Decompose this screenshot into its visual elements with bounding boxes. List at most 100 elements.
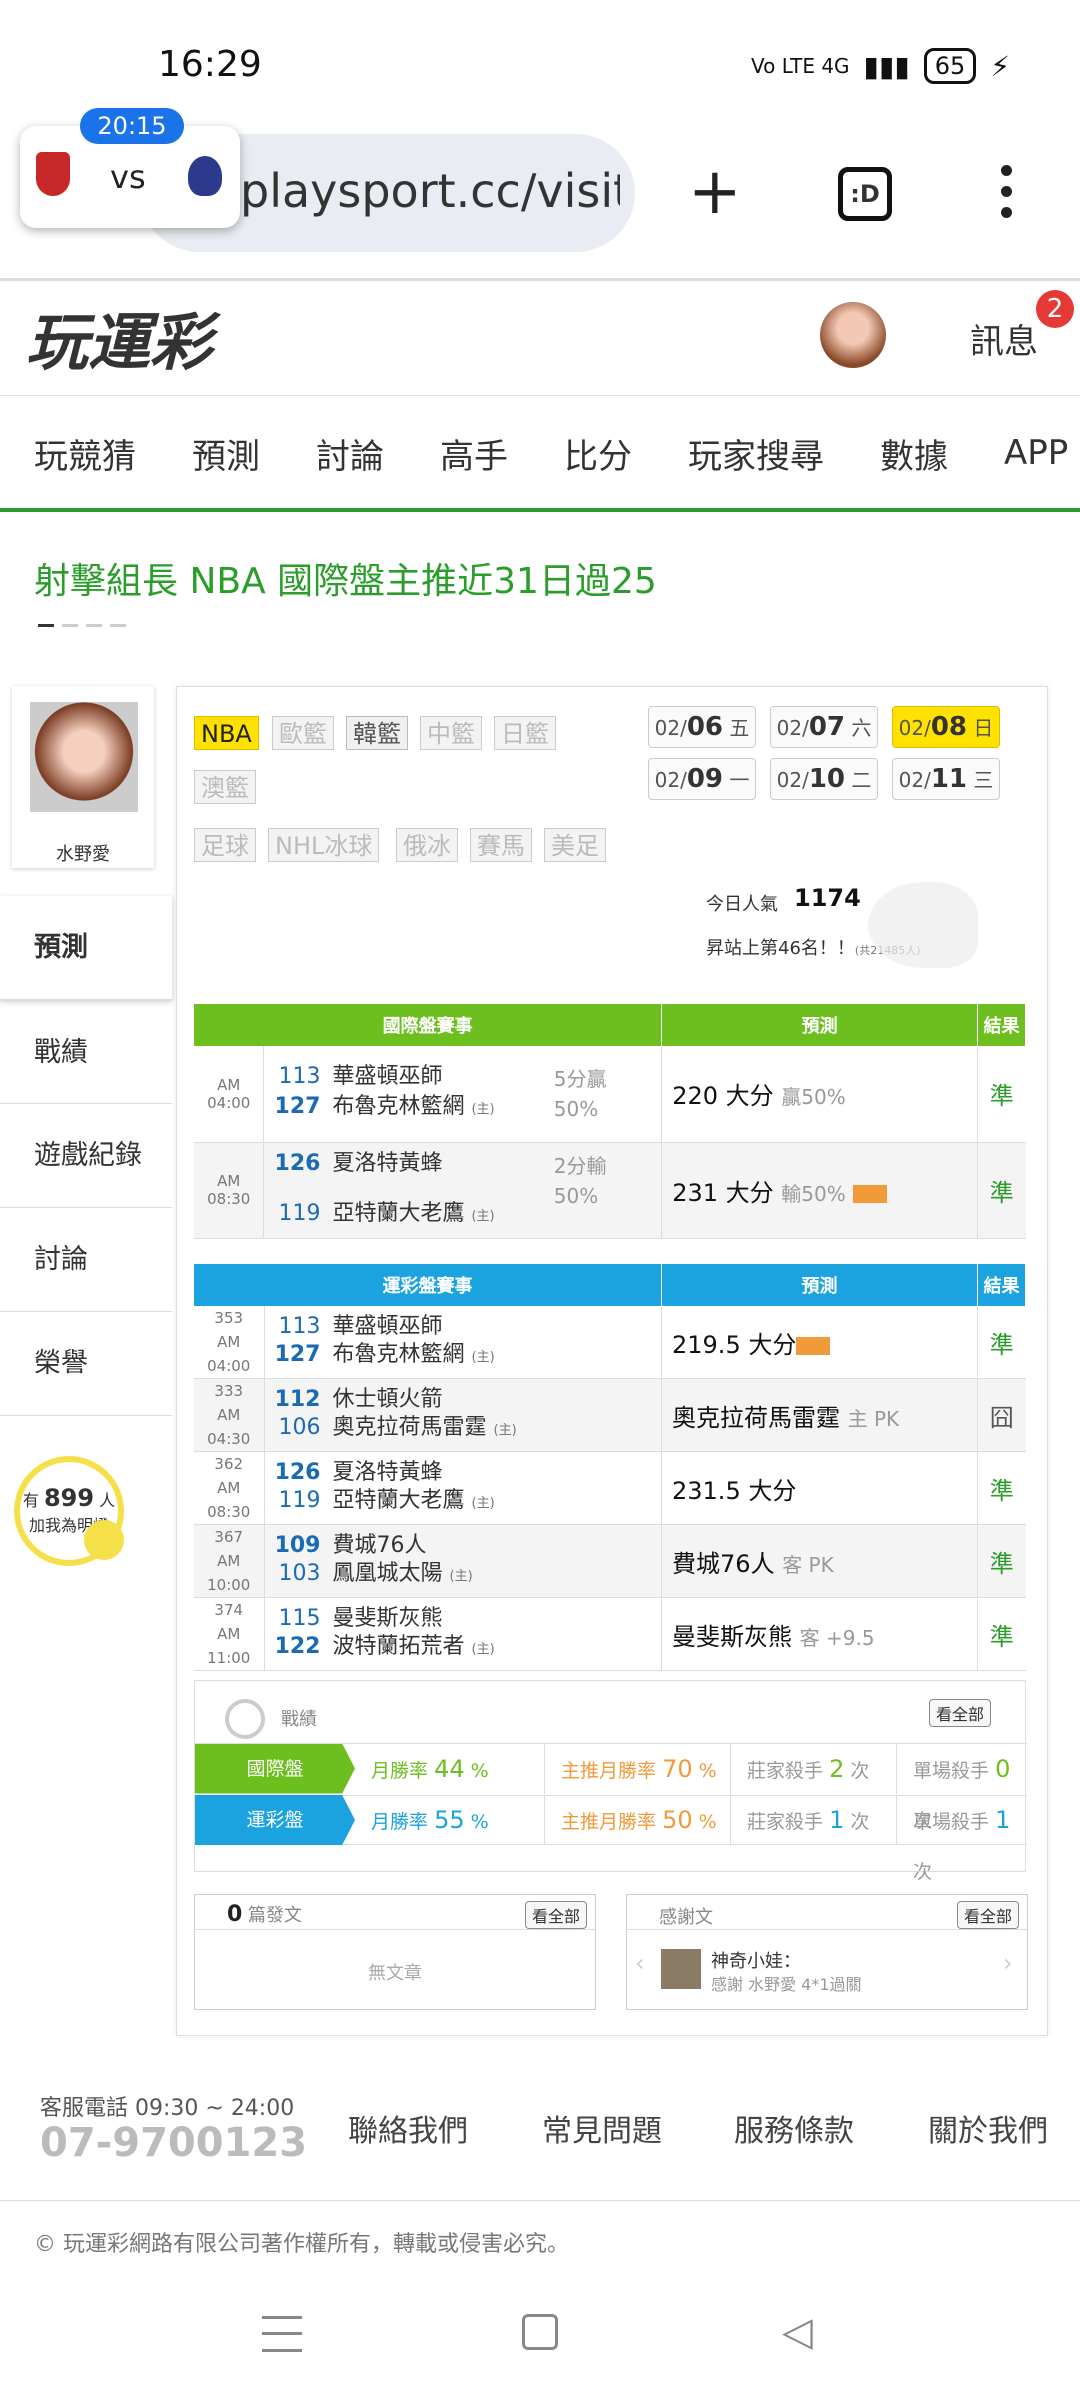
main-pick-icon bbox=[796, 1336, 831, 1355]
home-icon[interactable] bbox=[522, 2314, 558, 2350]
more-menu-icon[interactable] bbox=[994, 165, 1018, 225]
pip-time-badge: 20:15 bbox=[80, 108, 184, 144]
status-time: 16:29 bbox=[158, 44, 262, 85]
league-tag-soccer[interactable]: 足球 bbox=[194, 828, 256, 862]
game-time: AM 08:30 bbox=[194, 1142, 265, 1239]
sidebar-item-record[interactable]: 戰績 bbox=[0, 1000, 172, 1104]
rank-label: 昇站上第46名！！ bbox=[706, 938, 855, 959]
service-phone[interactable]: 07-9700123 bbox=[40, 2120, 307, 2166]
fans-count: 899 bbox=[43, 1484, 95, 1512]
game-time: AM 04:00 bbox=[194, 1046, 265, 1143]
league-tag-nfl[interactable]: 美足 bbox=[544, 828, 606, 862]
table-row[interactable]: 362 AM 08:30 126 夏洛特黃蜂 119 亞特蘭大老鷹 (主) 231.5… bbox=[194, 1451, 1026, 1525]
nav-item-data[interactable]: 數據 bbox=[880, 429, 948, 478]
lottery-odds-table: 運彩盤賽事 預測 結果 353 AM 04:00 113 華盛頓巫師 127 布魯克林… bbox=[194, 1264, 1026, 1671]
thanks-see-all-button[interactable]: 看全部 bbox=[957, 1901, 1020, 1929]
score-away: 113 bbox=[278, 1064, 321, 1090]
thanks-user-avatar[interactable] bbox=[661, 1949, 701, 1989]
footer-link-contact[interactable]: 聯絡我們 bbox=[348, 2106, 468, 2150]
site-logo[interactable]: 玩運彩 bbox=[26, 292, 212, 382]
messages-link[interactable]: 訊息 bbox=[970, 314, 1038, 363]
thanks-box: 感謝文 看全部 神奇小娃： 感謝 水野愛 4*1過關 › ‹ bbox=[626, 1894, 1028, 2010]
intl-header-pred: 預測 bbox=[661, 1004, 978, 1046]
nav-item-experts[interactable]: 高手 bbox=[440, 429, 508, 478]
record-title: 戰績 bbox=[281, 1709, 317, 1730]
prediction-cell: 219.5 大分 bbox=[661, 1306, 978, 1379]
prediction-cell: 231 大分 輸50% bbox=[661, 1142, 978, 1239]
league-tag-japan[interactable]: 日籃 bbox=[494, 716, 556, 750]
team-shield-icon bbox=[36, 152, 70, 196]
chevron-right-icon[interactable]: › bbox=[1003, 1949, 1013, 1977]
nav-item-guess[interactable]: 玩競猜 bbox=[34, 429, 136, 478]
chevron-left-icon[interactable]: ‹ bbox=[635, 1949, 645, 1977]
fans-suffix: 人 bbox=[99, 1491, 116, 1510]
date-0208[interactable]: 02/08 日 bbox=[892, 706, 1000, 748]
prediction-value: 220 大分 bbox=[672, 1082, 774, 1111]
tab-switcher-button[interactable]: :D bbox=[838, 167, 892, 221]
table-row[interactable]: AM 04:00 113 華盛頓巫師 127 布魯克林籃網 (主) 5分贏 50% 2… bbox=[194, 1046, 1026, 1143]
league-tag-horse[interactable]: 賽馬 bbox=[470, 828, 532, 862]
team-home: 布魯克林籃網 bbox=[332, 1094, 465, 1120]
nav-item-player-search[interactable]: 玩家搜尋 bbox=[688, 429, 824, 478]
date-0209[interactable]: 02/09 一 bbox=[648, 758, 756, 800]
league-tag-china[interactable]: 中籃 bbox=[420, 716, 482, 750]
carousel-dots[interactable] bbox=[38, 624, 126, 627]
footer-link-terms[interactable]: 服務條款 bbox=[734, 2106, 854, 2150]
main-nav: 玩競猜 預測 討論 高手 比分 玩家搜尋 數據 APP bbox=[0, 398, 1080, 512]
league-tag-euro[interactable]: 歐籃 bbox=[272, 716, 334, 750]
posts-header: 0 篇發文 bbox=[227, 1902, 303, 1927]
table-row[interactable]: AM 08:30 126 夏洛特黃蜂 119 亞特蘭大老鷹 (主) 2分輸 50% 2… bbox=[194, 1142, 1026, 1239]
thanks-user[interactable]: 神奇小娃： bbox=[711, 1947, 801, 1973]
back-icon[interactable]: ◁ bbox=[782, 2312, 813, 2352]
url-text[interactable]: playsport.cc/visit bbox=[240, 164, 620, 218]
headline-banner[interactable]: 射擊組長 NBA 國際盤主推近31日過25 bbox=[34, 552, 657, 604]
posts-see-all-button[interactable]: 看全部 bbox=[525, 1901, 588, 1929]
signal-icon: ▮▮▮ bbox=[863, 49, 910, 83]
profile-avatar[interactable] bbox=[30, 702, 138, 812]
result-cell: 囧 bbox=[977, 1378, 1026, 1452]
prediction-cell: 曼斐斯灰熊 客 +9.5 bbox=[661, 1597, 978, 1671]
nav-item-discuss[interactable]: 討論 bbox=[316, 429, 384, 478]
sidebar-item-honor[interactable]: 榮譽 bbox=[0, 1312, 172, 1416]
table-row[interactable]: 353 AM 04:00 113 華盛頓巫師 127 布魯克林籃網 (主) 219.5… bbox=[194, 1306, 1026, 1379]
prediction-note: 贏50% bbox=[781, 1085, 846, 1110]
league-tag-australia[interactable]: 澳籃 bbox=[194, 770, 256, 804]
date-0207[interactable]: 02/07 六 bbox=[770, 706, 878, 748]
new-tab-icon[interactable]: + bbox=[688, 160, 742, 224]
sidebar-item-discuss[interactable]: 討論 bbox=[0, 1208, 172, 1312]
line-text: 5分贏 bbox=[553, 1066, 607, 1091]
date-0211[interactable]: 02/11 三 bbox=[892, 758, 1000, 800]
table-row[interactable]: 367 AM 10:00 109 費城76人 103 鳳凰城太陽 (主) 費城76人 … bbox=[194, 1524, 1026, 1598]
league-tag-korea[interactable]: 韓籃 bbox=[346, 716, 408, 750]
line-pct: 50% bbox=[553, 1096, 599, 1121]
table-row[interactable]: 333 AM 04:30 112 休士頓火箭 106 奧克拉荷馬雷霆 (主) 奧克拉荷… bbox=[194, 1378, 1026, 1452]
footer-link-faq[interactable]: 常見問題 bbox=[542, 2106, 662, 2150]
league-tag-khl[interactable]: 俄冰 bbox=[396, 828, 458, 862]
date-0210[interactable]: 02/10 二 bbox=[770, 758, 878, 800]
prediction-value: 231 大分 bbox=[672, 1178, 774, 1207]
date-0206[interactable]: 02/06 五 bbox=[648, 706, 756, 748]
league-tag-nhl[interactable]: NHL冰球 bbox=[268, 828, 380, 862]
user-avatar[interactable] bbox=[820, 302, 886, 368]
prediction-cell: 220 大分 贏50% bbox=[661, 1046, 978, 1143]
matchup: 126 夏洛特黃蜂 119 亞特蘭大老鷹 (主) bbox=[264, 1451, 662, 1525]
record-see-all-button[interactable]: 看全部 bbox=[929, 1699, 992, 1727]
team-away: 夏洛特黃蜂 bbox=[332, 1150, 443, 1176]
sidebar-item-predict[interactable]: 預測 bbox=[0, 896, 172, 1000]
menu-icon[interactable] bbox=[262, 2316, 302, 2352]
footer-link-about[interactable]: 關於我們 bbox=[928, 2106, 1048, 2150]
nav-item-scores[interactable]: 比分 bbox=[564, 429, 632, 478]
sidebar-item-game-log[interactable]: 遊戲紀錄 bbox=[0, 1104, 172, 1208]
table-row[interactable]: 374 AM 11:00 115 曼斐斯灰熊 122 波特蘭拓荒者 (主) 曼斐斯灰熊… bbox=[194, 1597, 1026, 1671]
profile-name: 水野愛 bbox=[56, 844, 110, 865]
nav-item-app[interactable]: APP bbox=[1004, 433, 1068, 473]
result-cell: 準 bbox=[977, 1524, 1026, 1598]
nav-item-predict[interactable]: 預測 bbox=[192, 429, 260, 478]
league-tag-nba[interactable]: NBA bbox=[194, 716, 259, 750]
charging-icon: ⚡ bbox=[990, 49, 1010, 83]
record-row-label: 國際盤 bbox=[195, 1743, 355, 1794]
matchup: 113 華盛頓巫師 127 布魯克林籃網 (主) bbox=[264, 1306, 662, 1379]
record-row-intl: 國際盤 月勝率 44 % 主推月勝率 70 % 莊家殺手 2 次 單場殺手 0 … bbox=[195, 1743, 1027, 1832]
line-text: 2分輸 bbox=[553, 1153, 607, 1178]
network-icon: Vo LTE 4G bbox=[751, 54, 850, 78]
